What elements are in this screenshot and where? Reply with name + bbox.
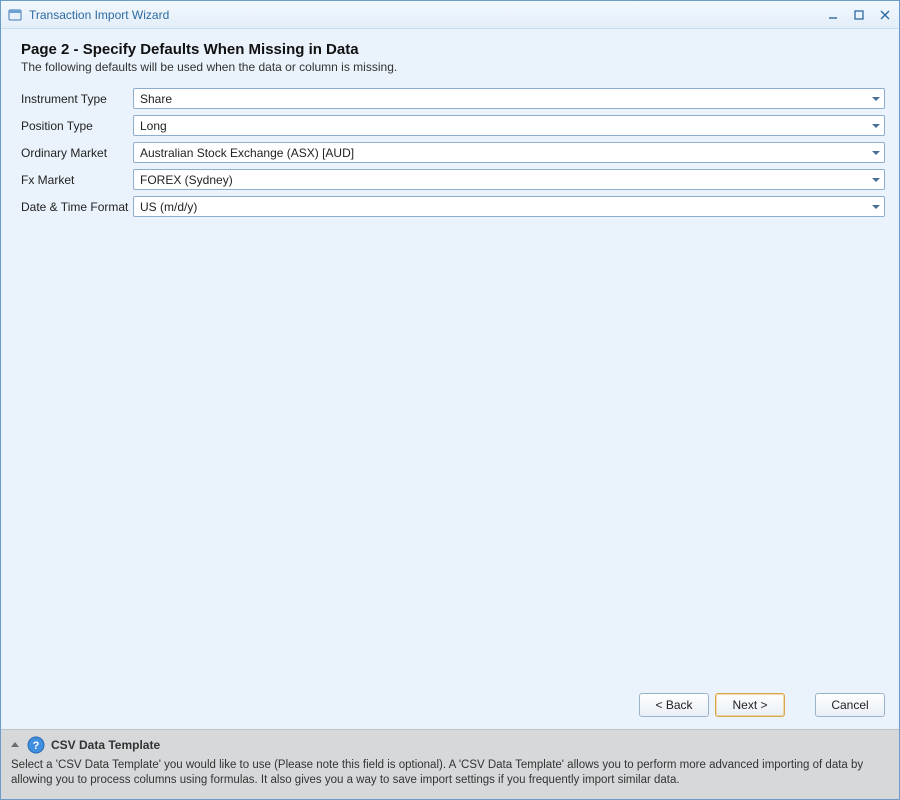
combo-fx-market[interactable]: FOREX (Sydney) [133,169,885,190]
label-fx-market: Fx Market [21,173,133,187]
chevron-down-icon [872,97,880,101]
row-ordinary-market: Ordinary Market Australian Stock Exchang… [21,142,885,163]
close-button[interactable] [877,7,893,23]
label-instrument-type: Instrument Type [21,92,133,106]
button-spacer [793,693,807,717]
help-body: Select a 'CSV Data Template' you would l… [11,758,889,789]
chevron-down-icon [872,205,880,209]
row-position-type: Position Type Long [21,115,885,136]
page-heading: Page 2 - Specify Defaults When Missing i… [1,29,899,82]
combo-date-format-value: US (m/d/y) [140,200,197,214]
cancel-button[interactable]: Cancel [815,693,885,717]
minimize-button[interactable] [825,7,841,23]
next-button[interactable]: Next > [715,693,785,717]
label-ordinary-market: Ordinary Market [21,146,133,160]
app-icon [7,7,23,23]
chevron-down-icon [872,178,880,182]
help-icon: ? [27,736,45,754]
label-date-format: Date & Time Format [21,200,133,214]
wizard-window: Transaction Import Wizard Page 2 - Speci… [0,0,900,800]
combo-date-format[interactable]: US (m/d/y) [133,196,885,217]
window-controls [825,7,893,23]
title-bar: Transaction Import Wizard [1,1,899,29]
help-title: CSV Data Template [51,738,160,752]
row-instrument-type: Instrument Type Share [21,88,885,109]
help-panel: ? CSV Data Template Select a 'CSV Data T… [1,729,899,799]
combo-position-type[interactable]: Long [133,115,885,136]
defaults-form: Instrument Type Share Position Type Long… [1,82,899,233]
combo-position-type-value: Long [140,119,167,133]
page-title: Page 2 - Specify Defaults When Missing i… [21,41,879,58]
combo-instrument-type-value: Share [140,92,172,106]
row-date-format: Date & Time Format US (m/d/y) [21,196,885,217]
combo-fx-market-value: FOREX (Sydney) [140,173,233,187]
help-header[interactable]: ? CSV Data Template [11,736,889,754]
back-button[interactable]: < Back [639,693,709,717]
chevron-down-icon [872,124,880,128]
nav-button-group: < Back Next > [639,693,785,717]
combo-ordinary-market[interactable]: Australian Stock Exchange (ASX) [AUD] [133,142,885,163]
collapse-caret-icon [11,742,19,747]
window-title: Transaction Import Wizard [29,8,169,22]
maximize-button[interactable] [851,7,867,23]
combo-ordinary-market-value: Australian Stock Exchange (ASX) [AUD] [140,146,354,160]
row-fx-market: Fx Market FOREX (Sydney) [21,169,885,190]
body-spacer [1,233,899,683]
combo-instrument-type[interactable]: Share [133,88,885,109]
label-position-type: Position Type [21,119,133,133]
page-subtitle: The following defaults will be used when… [21,60,879,74]
chevron-down-icon [872,151,880,155]
svg-text:?: ? [33,740,40,752]
wizard-buttons: < Back Next > Cancel [1,683,899,729]
